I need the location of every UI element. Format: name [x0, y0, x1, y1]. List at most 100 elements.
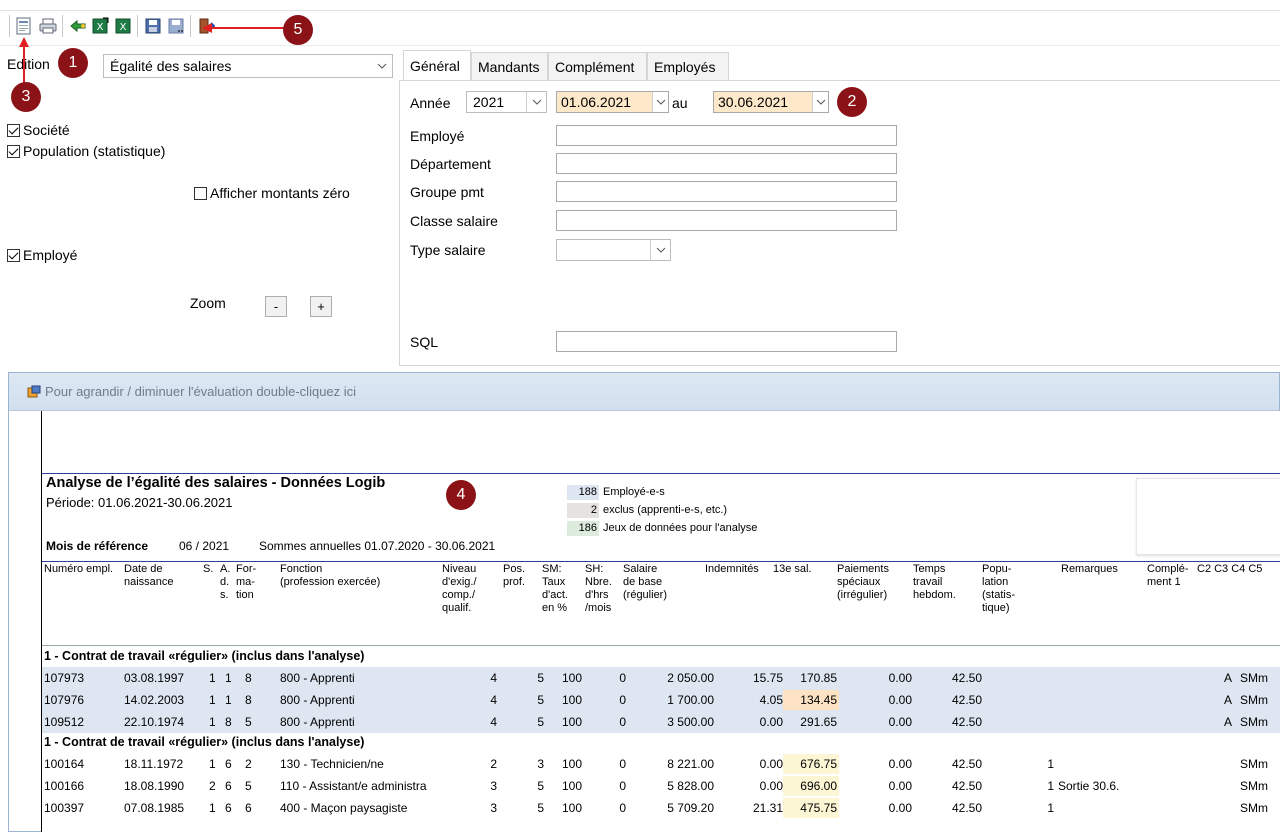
annual-sums: Sommes annuelles 01.07.2020 - 30.06.2021 [259, 539, 496, 553]
table-cell: 2 [245, 757, 252, 771]
report-icon [27, 385, 41, 397]
checkbox-box[interactable] [7, 248, 20, 262]
table-cell: 0.00 [888, 693, 912, 707]
table-cell: 170.85 [800, 671, 837, 685]
chevron-down-icon [650, 240, 670, 260]
classe-salaire-input[interactable] [556, 210, 897, 231]
tab-general[interactable]: Général [403, 50, 471, 80]
report-top-border [42, 473, 1280, 474]
checkbox-montants-zero[interactable]: Afficher montants zéro [194, 185, 350, 201]
table-cell: 42.50 [951, 801, 982, 815]
type-salaire-select[interactable] [556, 239, 671, 261]
report-period: Période: 01.06.2021-30.06.2021 [46, 495, 233, 510]
table-cell: A [1224, 715, 1233, 729]
callout-3: 3 [11, 82, 41, 112]
table-row[interactable]: 107973 03.08.1997 1 1 8 800 - Apprenti 4 5 100 0 2… [42, 667, 1280, 689]
table-body-2: 100164 18.11.1972 1 6 2 130 - Technicien/ne 2 3… [42, 753, 1280, 819]
table-cell: 0.00 [888, 801, 912, 815]
tab-complement[interactable]: Complément [548, 52, 647, 80]
table-cell: 1 [209, 715, 216, 729]
table-cell: 42.50 [951, 757, 982, 771]
checkbox-box[interactable] [7, 123, 20, 137]
checkbox-societe[interactable]: Société [7, 122, 70, 138]
table-header: Numéro empl. Date de naissance S. A. d. s. F… [42, 563, 1280, 645]
annee-select[interactable]: 2021 [466, 91, 547, 113]
table-row[interactable]: 100166 18.08.1990 2 6 5 110 - Assistant/e adm… [42, 775, 1280, 797]
table-cell: 0.00 [888, 671, 912, 685]
excel-export-icon[interactable]: X [90, 16, 110, 36]
column-header: Remarques [1061, 563, 1118, 575]
back-icon[interactable] [68, 16, 88, 36]
date-from-field[interactable]: 01.06.2021 [556, 91, 669, 113]
table-cell: 1 [225, 693, 232, 707]
table-cell: 42.50 [951, 693, 982, 707]
table-cell: 6 [225, 801, 232, 815]
type-salaire-label: Type salaire [410, 242, 486, 258]
table-cell: 291.65 [800, 715, 837, 729]
tab-employes[interactable]: Employés [647, 52, 729, 80]
report-window[interactable]: Pour agrandir / diminuer l'évaluation do… [8, 372, 1280, 832]
table-cell: 6 [225, 779, 232, 793]
zoom-in-button[interactable]: + [310, 296, 332, 317]
sql-input[interactable] [556, 331, 897, 352]
checkbox-employe-label: Employé [23, 247, 78, 263]
checkbox-box[interactable] [194, 186, 207, 200]
report-window-title[interactable]: Pour agrandir / diminuer l'évaluation do… [9, 373, 1279, 411]
table-cell: 107976 [44, 693, 85, 707]
checkbox-employe[interactable]: Employé [7, 247, 77, 263]
groupe-pmt-label: Groupe pmt [410, 184, 484, 200]
table-cell: Sortie 30.6. [1058, 779, 1120, 793]
table-cell: 5 [537, 693, 544, 707]
svg-text:X: X [97, 22, 104, 33]
table-cell: 07.08.1985 [124, 801, 185, 815]
ref-month-label: Mois de référence [46, 539, 149, 553]
table-cell: 21.31 [752, 801, 783, 815]
table-row[interactable]: 100164 18.11.1972 1 6 2 130 - Technicien/ne 2 3… [42, 753, 1280, 775]
table-cell: 4 [490, 693, 497, 707]
save-as-icon[interactable] [166, 16, 186, 36]
table-cell: 676.75 [783, 754, 839, 774]
table-row[interactable]: 107976 14.02.2003 1 1 8 800 - Apprenti 4 5 100 0 1… [42, 689, 1280, 711]
table-cell: 0.00 [888, 779, 912, 793]
excel-icon[interactable]: X [113, 16, 133, 36]
edition-select-value: Égalité des salaires [110, 58, 232, 74]
checkbox-population[interactable]: Population (statistique) [7, 143, 165, 159]
table-cell: 1 [225, 671, 232, 685]
edition-select[interactable]: Égalité des salaires [103, 54, 393, 78]
column-header: 13e sal. [773, 563, 812, 575]
date-to-field[interactable]: 30.06.2021 [713, 91, 829, 113]
table-cell: 4.05 [759, 693, 783, 707]
tab-mandants[interactable]: Mandants [471, 52, 548, 80]
table-row[interactable]: 109512 22.10.1974 1 8 5 800 - Apprenti 4 5 100 0 3… [42, 711, 1280, 733]
table-cell: 100 [561, 671, 582, 685]
table-cell: 18.08.1990 [124, 779, 185, 793]
table-cell: 0 [619, 671, 626, 685]
checkbox-box[interactable] [7, 144, 20, 158]
legend-text-exclus: exclus (apprenti-e-s, etc.) [603, 504, 728, 516]
table-cell: A [1224, 693, 1233, 707]
chevron-down-icon [526, 92, 546, 112]
save-icon[interactable] [143, 16, 163, 36]
groupe-pmt-input[interactable] [556, 181, 897, 202]
print-icon[interactable] [38, 16, 58, 36]
table-cell: 100 [561, 779, 582, 793]
column-header: Paiements spéciaux (irrégulier) [837, 563, 889, 601]
table-cell: 1 [209, 801, 216, 815]
report-title: Analyse de l’égalité des salaires - Donn… [46, 475, 386, 491]
table-cell: 100166 [44, 779, 85, 793]
table-cell: 3 [490, 779, 497, 793]
table-cell: 0.00 [888, 715, 912, 729]
column-header: Temps travail hebdom. [913, 563, 956, 601]
table-cell: 2 [209, 779, 216, 793]
legend-text-employes: Employé-e-s [603, 486, 665, 498]
table-cell: 0.00 [888, 757, 912, 771]
svg-text:X: X [120, 22, 127, 33]
table-row[interactable]: 100397 07.08.1985 1 6 6 400 - Maçon paysagist… [42, 797, 1280, 819]
column-header: Popu- lation (statis- tique) [982, 563, 1015, 614]
zoom-out-button[interactable]: - [265, 296, 287, 317]
preview-icon[interactable] [14, 16, 34, 36]
employe-input[interactable] [556, 125, 897, 146]
table-body-1: 107973 03.08.1997 1 1 8 800 - Apprenti 4 5 100 0 2… [42, 667, 1280, 733]
table-cell: 42.50 [951, 671, 982, 685]
departement-input[interactable] [556, 153, 897, 174]
